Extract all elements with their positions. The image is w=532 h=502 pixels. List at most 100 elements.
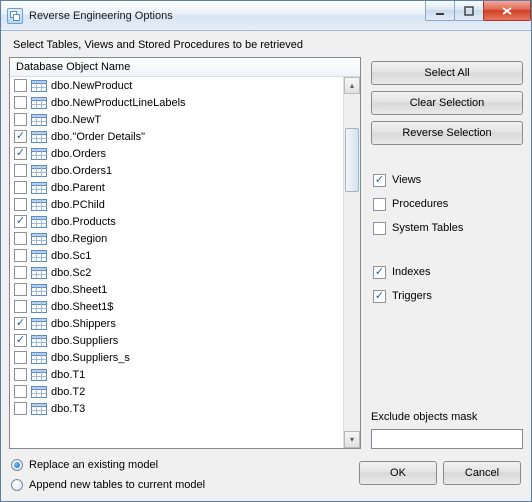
item-checkbox[interactable] xyxy=(14,147,27,160)
item-label: dbo.T1 xyxy=(51,369,85,381)
item-checkbox[interactable] xyxy=(14,232,27,245)
ok-button[interactable]: OK xyxy=(359,461,437,485)
item-checkbox[interactable] xyxy=(14,198,27,211)
item-checkbox[interactable] xyxy=(14,215,27,228)
item-label: dbo.Sheet1 xyxy=(51,284,107,296)
append-model-radio[interactable] xyxy=(11,479,23,491)
procedures-label: Procedures xyxy=(392,198,448,210)
list-item[interactable]: dbo.Region xyxy=(10,230,343,247)
procedures-checkbox[interactable] xyxy=(373,198,386,211)
list-item[interactable]: dbo.T3 xyxy=(10,400,343,417)
list-item[interactable]: dbo.Parent xyxy=(10,179,343,196)
item-checkbox[interactable] xyxy=(14,130,27,143)
vertical-scrollbar[interactable]: ▴ ▾ xyxy=(343,77,360,448)
indexes-checkbox[interactable] xyxy=(373,266,386,279)
list-item[interactable]: dbo.Sheet1$ xyxy=(10,298,343,315)
append-model-row[interactable]: Append new tables to current model xyxy=(11,477,349,493)
system-tables-checkbox[interactable] xyxy=(373,222,386,235)
item-label: dbo.T2 xyxy=(51,386,85,398)
table-icon xyxy=(31,402,47,416)
list-item[interactable]: dbo.Products xyxy=(10,213,343,230)
table-icon xyxy=(31,283,47,297)
item-checkbox[interactable] xyxy=(14,249,27,262)
item-label: dbo.Orders1 xyxy=(51,165,112,177)
item-checkbox[interactable] xyxy=(14,368,27,381)
table-icon xyxy=(31,79,47,93)
list-item[interactable]: dbo.Shippers xyxy=(10,315,343,332)
list-item[interactable]: dbo.NewProductLineLabels xyxy=(10,94,343,111)
indexes-label: Indexes xyxy=(392,266,431,278)
table-icon xyxy=(31,147,47,161)
indexes-checkbox-row[interactable]: Indexes xyxy=(371,263,523,281)
scroll-thumb[interactable] xyxy=(345,128,359,192)
list-rows: dbo.NewProductdbo.NewProductLineLabelsdb… xyxy=(10,77,343,448)
list-item[interactable]: dbo.Suppliers xyxy=(10,332,343,349)
reverse-selection-button[interactable]: Reverse Selection xyxy=(371,121,523,145)
item-checkbox[interactable] xyxy=(14,385,27,398)
list-item[interactable]: dbo.Suppliers_s xyxy=(10,349,343,366)
views-checkbox-row[interactable]: Views xyxy=(371,171,523,189)
item-checkbox[interactable] xyxy=(14,164,27,177)
clear-selection-button[interactable]: Clear Selection xyxy=(371,91,523,115)
close-icon xyxy=(501,6,513,16)
scroll-track[interactable] xyxy=(344,94,360,431)
item-checkbox[interactable] xyxy=(14,283,27,296)
triggers-checkbox-row[interactable]: Triggers xyxy=(371,287,523,305)
item-checkbox[interactable] xyxy=(14,266,27,279)
cancel-button[interactable]: Cancel xyxy=(443,461,521,485)
replace-model-row[interactable]: Replace an existing model xyxy=(11,457,349,473)
triggers-checkbox[interactable] xyxy=(373,290,386,303)
list-item[interactable]: dbo.Orders1 xyxy=(10,162,343,179)
select-all-button[interactable]: Select All xyxy=(371,61,523,85)
item-label: dbo.Parent xyxy=(51,182,105,194)
item-label: dbo.Products xyxy=(51,216,116,228)
list-item[interactable]: dbo.PChild xyxy=(10,196,343,213)
scroll-down-button[interactable]: ▾ xyxy=(344,431,360,448)
item-label: dbo.Suppliers_s xyxy=(51,352,130,364)
replace-model-radio[interactable] xyxy=(11,459,23,471)
item-checkbox[interactable] xyxy=(14,181,27,194)
instruction-text: Select Tables, Views and Stored Procedur… xyxy=(13,39,523,51)
list-item[interactable]: dbo.Sheet1 xyxy=(10,281,343,298)
table-icon xyxy=(31,351,47,365)
table-icon xyxy=(31,215,47,229)
list-item[interactable]: dbo.NewProduct xyxy=(10,77,343,94)
maximize-button[interactable] xyxy=(454,1,484,21)
item-label: dbo.Shippers xyxy=(51,318,116,330)
list-item[interactable]: dbo.NewT xyxy=(10,111,343,128)
item-checkbox[interactable] xyxy=(14,96,27,109)
list-item[interactable]: dbo.T2 xyxy=(10,383,343,400)
list-header[interactable]: Database Object Name xyxy=(10,58,360,77)
list-header-label: Database Object Name xyxy=(16,61,130,73)
item-label: dbo.Sc1 xyxy=(51,250,91,262)
item-checkbox[interactable] xyxy=(14,300,27,313)
item-checkbox[interactable] xyxy=(14,351,27,364)
views-checkbox[interactable] xyxy=(373,174,386,187)
procedures-checkbox-row[interactable]: Procedures xyxy=(371,195,523,213)
exclude-mask-input[interactable] xyxy=(371,429,523,449)
list-item[interactable]: dbo."Order Details" xyxy=(10,128,343,145)
item-checkbox[interactable] xyxy=(14,113,27,126)
list-item[interactable]: dbo.Orders xyxy=(10,145,343,162)
table-icon xyxy=(31,317,47,331)
table-icon xyxy=(31,385,47,399)
minimize-button[interactable] xyxy=(425,1,455,21)
table-icon xyxy=(31,130,47,144)
list-item[interactable]: dbo.T1 xyxy=(10,366,343,383)
list-item[interactable]: dbo.Sc2 xyxy=(10,264,343,281)
item-checkbox[interactable] xyxy=(14,79,27,92)
table-icon xyxy=(31,232,47,246)
table-icon xyxy=(31,249,47,263)
scroll-up-button[interactable]: ▴ xyxy=(344,77,360,94)
table-icon xyxy=(31,164,47,178)
item-label: dbo.Orders xyxy=(51,148,106,160)
system-tables-checkbox-row[interactable]: System Tables xyxy=(371,219,523,237)
item-checkbox[interactable] xyxy=(14,317,27,330)
list-item[interactable]: dbo.Sc1 xyxy=(10,247,343,264)
object-list[interactable]: Database Object Name dbo.NewProductdbo.N… xyxy=(9,57,361,449)
close-button[interactable] xyxy=(483,1,531,21)
item-label: dbo.Suppliers xyxy=(51,335,118,347)
item-checkbox[interactable] xyxy=(14,334,27,347)
item-checkbox[interactable] xyxy=(14,402,27,415)
titlebar: Reverse Engineering Options xyxy=(1,1,531,31)
